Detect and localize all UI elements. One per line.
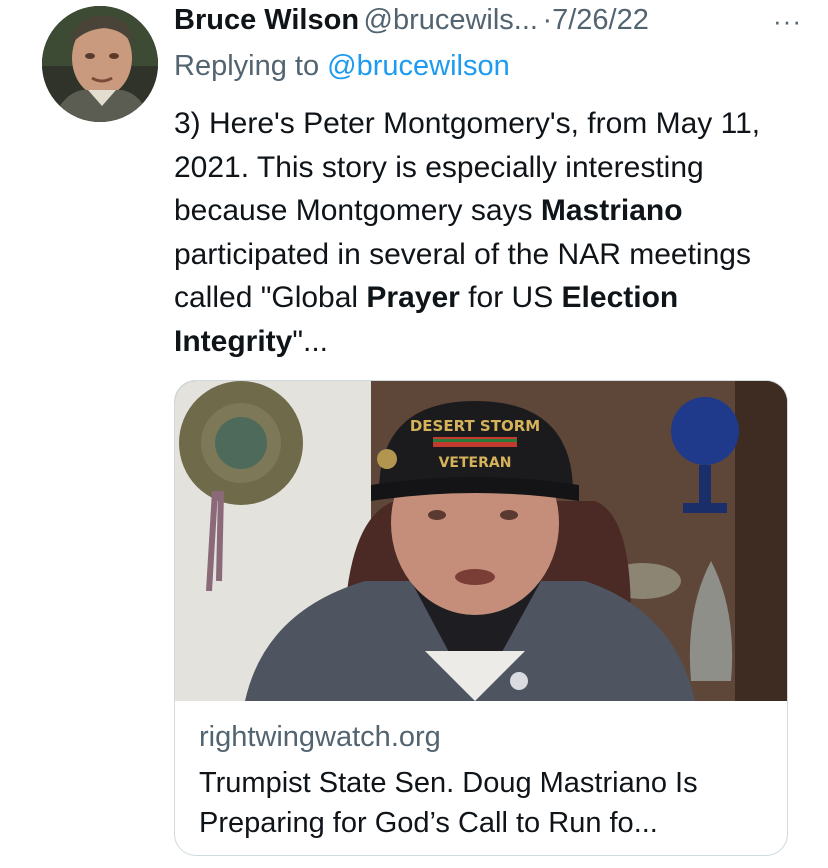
tweet-text-part: for US [459, 281, 562, 314]
more-options-icon[interactable]: ··· [773, 6, 802, 37]
author-name[interactable]: Bruce Wilson [174, 4, 359, 36]
tweet-text-part: "... [292, 324, 329, 358]
card-image[interactable]: DESERT STORM VETERAN [175, 381, 787, 701]
card-image-graphic: DESERT STORM VETERAN [175, 381, 787, 701]
separator-dot: · [542, 4, 553, 36]
avatar[interactable] [42, 6, 158, 122]
cap-text-bottom: VETERAN [439, 455, 512, 471]
link-preview-card[interactable]: DESERT STORM VETERAN rightwingwatch.org … [174, 380, 788, 856]
tweet-text: 3) Here's Peter Montgomery's, from May 1… [174, 102, 794, 363]
reply-prefix: Replying to [174, 50, 320, 82]
tweet-header: Bruce Wilson @brucewils... ·7/26/22 ··· [174, 4, 801, 40]
replying-to: Replying to @brucewilson [174, 50, 510, 83]
card-title: Trumpist State Sen. Doug Mastriano Is Pr… [199, 767, 698, 839]
highlight-term: Prayer [366, 281, 460, 314]
tweet-date[interactable]: 7/26/22 [552, 4, 649, 36]
cap-text-top: DESERT STORM [410, 417, 540, 435]
reply-mention-link[interactable]: @brucewilson [327, 50, 510, 82]
author-handle[interactable]: @brucewils... [364, 4, 538, 36]
highlight-term: Mastriano [540, 194, 683, 227]
avatar-photo [42, 6, 158, 122]
card-domain: rightwingwatch.org [199, 721, 441, 753]
